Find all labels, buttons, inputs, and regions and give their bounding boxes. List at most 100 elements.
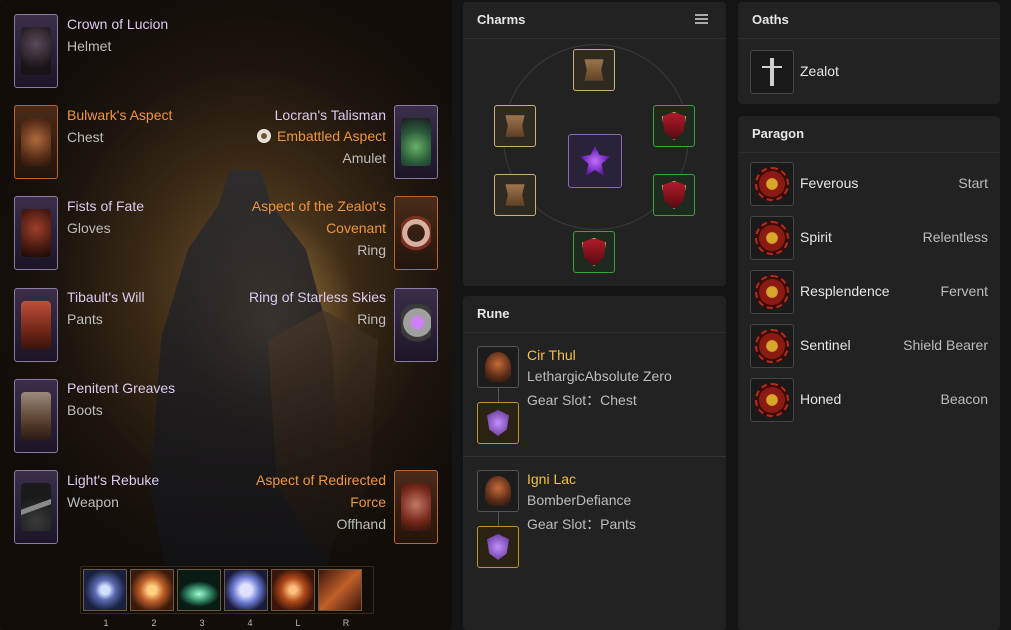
skill-slot-2[interactable] <box>130 569 174 611</box>
skill-key-label: L <box>295 618 301 628</box>
glyph-icon <box>755 383 789 417</box>
chest-armor-icon <box>21 118 51 166</box>
panel-title: Rune <box>477 306 510 321</box>
item-name[interactable]: Bulwark's Aspect <box>67 106 172 124</box>
paragon-panel: Paragon Feverous Start Spirit Relentless… <box>738 116 1000 630</box>
rune-glyph-icon <box>485 476 511 506</box>
shield-charm-icon <box>582 238 606 266</box>
paragon-row[interactable]: Sentinel Shield Bearer <box>738 324 1000 368</box>
paragon-board-name: Beacon <box>940 391 988 407</box>
paragon-board-icon <box>750 378 794 422</box>
item-name[interactable]: Ring of Starless Skies <box>249 288 386 306</box>
ring-slot-2[interactable] <box>394 288 438 362</box>
skill-slot-4[interactable] <box>224 569 268 611</box>
panel-title: Oaths <box>752 12 789 27</box>
helmet-slot[interactable] <box>14 14 58 88</box>
oath-slot[interactable] <box>750 50 794 94</box>
skill-key-label: 1 <box>103 618 109 628</box>
rune-glyph-icon <box>485 352 511 382</box>
chest-slot[interactable] <box>14 105 58 179</box>
charm-slot-upper-left[interactable] <box>494 105 536 147</box>
paragon-row[interactable]: Resplendence Fervent <box>738 270 1000 314</box>
skill-slot-right-click[interactable] <box>318 569 362 611</box>
rune-effect: BomberDefiance <box>527 492 632 508</box>
item-type: Amulet <box>342 150 386 166</box>
charm-slot-upper-right[interactable] <box>653 105 695 147</box>
pants-icon <box>21 301 51 349</box>
offhand-slot[interactable] <box>394 470 438 544</box>
amulet-slot[interactable] <box>394 105 438 179</box>
rune-socket-slot[interactable] <box>477 526 519 568</box>
skill-slot-left-click[interactable] <box>271 569 315 611</box>
skill-bar <box>80 566 374 614</box>
sword-icon <box>762 58 782 86</box>
paragon-board-icon <box>750 162 794 206</box>
rune-entry: Cir Thul LethargicAbsolute Zero Gear Slo… <box>463 333 726 457</box>
rune-socket-slot[interactable] <box>477 402 519 444</box>
rune-connector <box>498 512 499 526</box>
item-name-continued[interactable]: Force <box>350 493 386 511</box>
item-name[interactable]: Locran's Talisman <box>275 106 386 124</box>
paragon-glyph-name: Sentinel <box>800 337 851 353</box>
paragon-glyph-name: Honed <box>800 391 842 407</box>
rune-header: Rune <box>463 296 726 333</box>
oath-name: Zealot <box>800 63 839 79</box>
skill-slot-3[interactable] <box>177 569 221 611</box>
rune-gear-slot: Gear Slot：Chest <box>527 392 637 408</box>
rune-gear-slot: Gear Slot：Pants <box>527 516 636 532</box>
item-name-continued[interactable]: Covenant <box>326 219 386 237</box>
charms-panel: Charms <box>463 2 726 286</box>
paragon-board-name: Start <box>958 175 988 191</box>
item-aspect[interactable]: Embattled Aspect <box>257 127 386 145</box>
gem-charm-icon <box>580 146 610 176</box>
item-type: Ring <box>357 311 386 327</box>
rune-entry: Igni Lac BomberDefiance Gear Slot：Pants <box>463 456 726 581</box>
ring-slot-1[interactable] <box>394 196 438 270</box>
paragon-row[interactable]: Honed Beacon <box>738 378 1000 422</box>
charm-slot-bottom[interactable] <box>573 231 615 273</box>
charm-slot-top[interactable] <box>573 49 615 91</box>
amulet-icon <box>401 118 431 166</box>
boots-icon <box>21 392 51 440</box>
item-name[interactable]: Crown of Lucion <box>67 15 168 33</box>
boots-slot[interactable] <box>14 379 58 453</box>
item-name[interactable]: Fists of Fate <box>67 197 144 215</box>
gloves-icon <box>21 209 51 257</box>
gloves-slot[interactable] <box>14 196 58 270</box>
paragon-row[interactable]: Spirit Relentless <box>738 216 1000 260</box>
skill-key-label: R <box>342 618 350 628</box>
item-name[interactable]: Aspect of the Zealot's <box>252 197 386 215</box>
skill-slot-1[interactable] <box>83 569 127 611</box>
charm-slot-lower-right[interactable] <box>653 174 695 216</box>
item-name[interactable]: Tibault's Will <box>67 288 145 306</box>
skill-key-label: 4 <box>247 618 253 628</box>
charm-slot-center[interactable] <box>568 134 622 188</box>
item-name[interactable]: Aspect of Redirected <box>256 471 386 489</box>
item-name[interactable]: Penitent Greaves <box>67 379 175 397</box>
skill-key-labels: 1 2 3 4 L R <box>82 618 374 630</box>
charm-slot-lower-left[interactable] <box>494 174 536 216</box>
rune-name: Igni Lac <box>527 471 577 487</box>
panel-title: Paragon <box>752 126 805 141</box>
charms-header: Charms <box>463 2 726 39</box>
item-name[interactable]: Light's Rebuke <box>67 471 159 489</box>
paragon-row[interactable]: Feverous Start <box>738 162 1000 206</box>
skill-key-label: 2 <box>151 618 157 628</box>
list-view-icon[interactable] <box>695 14 708 25</box>
ring-icon <box>401 301 431 349</box>
pants-slot[interactable] <box>14 288 58 362</box>
rune-main-slot[interactable] <box>477 346 519 388</box>
oaths-header: Oaths <box>738 2 1000 39</box>
weapon-slot[interactable] <box>14 470 58 544</box>
equipment-panel: Crown of Lucion Helmet Bulwark's Aspect … <box>0 0 452 630</box>
paragon-glyph-name: Resplendence <box>800 283 890 299</box>
flail-icon <box>21 483 51 531</box>
item-type: Ring <box>357 242 386 258</box>
paragon-glyph-name: Feverous <box>800 175 859 191</box>
paragon-header: Paragon <box>738 116 1000 153</box>
rune-socket-icon <box>487 534 509 560</box>
rune-main-slot[interactable] <box>477 470 519 512</box>
helmet-icon <box>21 27 51 75</box>
paragon-board-name: Fervent <box>940 283 988 299</box>
panel-title: Charms <box>477 12 526 27</box>
